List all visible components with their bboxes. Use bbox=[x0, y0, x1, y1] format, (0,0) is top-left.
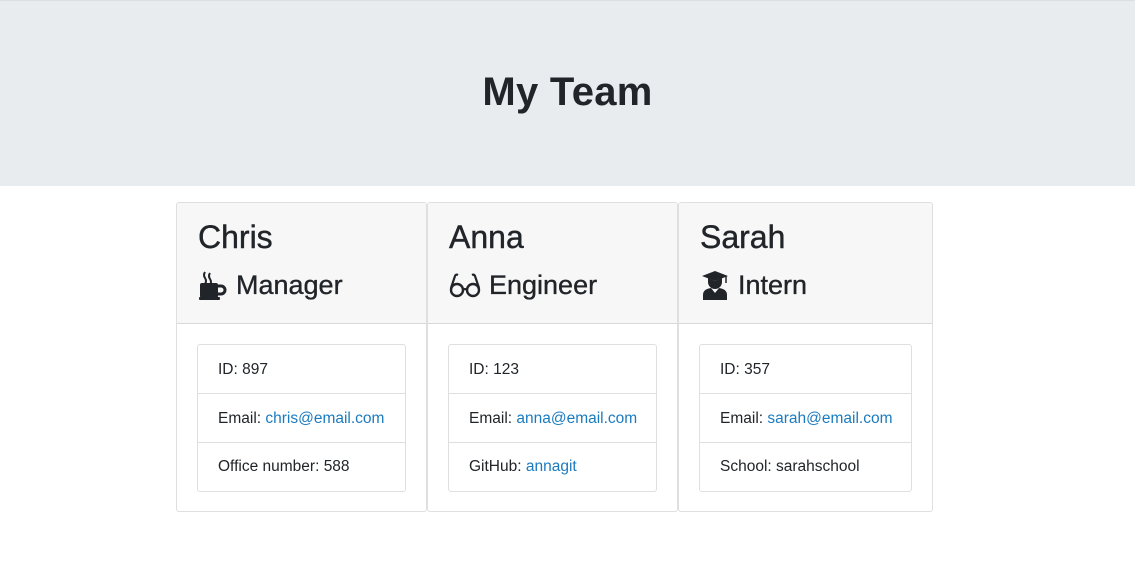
role-label: Manager bbox=[236, 269, 343, 300]
email-label: Email: bbox=[469, 410, 517, 427]
email-link[interactable]: anna@email.com bbox=[516, 410, 637, 427]
role-label: Engineer bbox=[489, 269, 598, 300]
employee-school: School: sarahschool bbox=[700, 443, 911, 491]
glasses-icon bbox=[449, 270, 481, 300]
employee-name: Sarah bbox=[700, 219, 786, 255]
employee-id: ID: 123 bbox=[449, 345, 656, 394]
github-link[interactable]: annagit bbox=[526, 458, 577, 475]
card-header: Anna Engineer bbox=[428, 203, 677, 324]
office-number-value: 588 bbox=[323, 458, 350, 475]
card-body: ID: 357 Email: sarah@email.com School: s… bbox=[679, 324, 932, 511]
coffee-mug-icon bbox=[198, 270, 228, 300]
school-label: School: bbox=[720, 458, 777, 475]
card-header: Chris Manager bbox=[177, 203, 426, 324]
school-value: sarahschool bbox=[776, 458, 860, 475]
id-label: ID: bbox=[469, 361, 494, 378]
employee-id: ID: 357 bbox=[700, 345, 911, 394]
employee-info-list: ID: 357 Email: sarah@email.com School: s… bbox=[699, 344, 912, 492]
employee-card-manager: Chris Manager ID: 897 Email: chris@email bbox=[176, 202, 427, 512]
id-value: 357 bbox=[744, 361, 770, 378]
id-value: 897 bbox=[242, 361, 268, 378]
employee-name: Anna bbox=[449, 219, 524, 255]
page-title: My Team bbox=[482, 70, 653, 114]
employee-info-list: ID: 897 Email: chris@email.com Office nu… bbox=[197, 344, 406, 492]
id-label: ID: bbox=[218, 361, 243, 378]
employee-office-number: Office number: 588 bbox=[198, 443, 405, 491]
email-label: Email: bbox=[218, 410, 266, 427]
graduate-icon bbox=[700, 270, 730, 300]
email-link[interactable]: chris@email.com bbox=[265, 410, 384, 427]
employee-role: Intern bbox=[700, 265, 912, 305]
employee-github: GitHub: annagit bbox=[449, 443, 656, 491]
employee-id: ID: 897 bbox=[198, 345, 405, 394]
card-body: ID: 897 Email: chris@email.com Office nu… bbox=[177, 324, 426, 511]
employee-name: Chris bbox=[198, 219, 273, 255]
github-label: GitHub: bbox=[469, 458, 526, 475]
employee-info-list: ID: 123 Email: anna@email.com GitHub: an… bbox=[448, 344, 657, 492]
employee-email: Email: anna@email.com bbox=[449, 394, 656, 443]
employee-card-engineer: Anna Engineer ID: 123 Email: anna@email. bbox=[427, 202, 678, 512]
employee-role: Engineer bbox=[449, 265, 657, 305]
employee-email: Email: chris@email.com bbox=[198, 394, 405, 443]
id-value: 123 bbox=[493, 361, 519, 378]
card-body: ID: 123 Email: anna@email.com GitHub: an… bbox=[428, 324, 677, 511]
employee-card-intern: Sarah Intern ID: 357 Email: sarah@email.… bbox=[678, 202, 933, 512]
id-label: ID: bbox=[720, 361, 745, 378]
email-link[interactable]: sarah@email.com bbox=[767, 410, 892, 427]
office-number-label: Office number: bbox=[218, 458, 324, 475]
team-cards: Chris Manager ID: 897 Email: chris@email bbox=[176, 202, 933, 512]
role-label: Intern bbox=[738, 269, 808, 300]
employee-role: Manager bbox=[198, 265, 406, 305]
page-header: My Team bbox=[0, 0, 1135, 186]
email-label: Email: bbox=[720, 410, 768, 427]
employee-email: Email: sarah@email.com bbox=[700, 394, 911, 443]
card-header: Sarah Intern bbox=[679, 203, 932, 324]
